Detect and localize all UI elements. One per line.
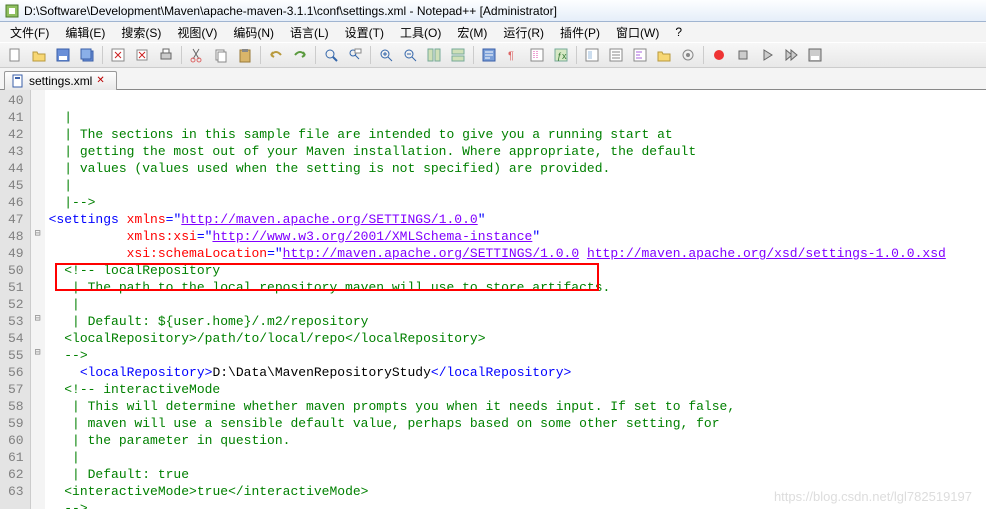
indent-guide-icon[interactable] xyxy=(526,44,548,66)
code-line: | xyxy=(49,450,80,465)
app-icon xyxy=(4,3,20,19)
code-line: | maven will use a sensible default valu… xyxy=(49,416,720,431)
sync-h-icon[interactable] xyxy=(447,44,469,66)
menu-window[interactable]: 窗口(W) xyxy=(610,23,665,42)
save-all-icon[interactable] xyxy=(76,44,98,66)
line-number-gutter: 40 41 42 43 44 45 46 47 48 49 50 51 52 5… xyxy=(0,90,31,509)
menu-macro[interactable]: 宏(M) xyxy=(451,23,493,42)
menu-plugins[interactable]: 插件(P) xyxy=(554,23,606,42)
open-file-icon[interactable] xyxy=(28,44,50,66)
menu-help[interactable]: ? xyxy=(669,24,688,40)
menu-run[interactable]: 运行(R) xyxy=(497,23,550,42)
doc-list-icon[interactable] xyxy=(605,44,627,66)
code-line: xmlns:xsi="http://www.w3.org/2001/XMLSch… xyxy=(49,229,541,244)
close-icon[interactable] xyxy=(107,44,129,66)
undo-icon[interactable] xyxy=(265,44,287,66)
zoom-in-icon[interactable] xyxy=(375,44,397,66)
code-line: | the parameter in question. xyxy=(49,433,291,448)
menu-edit[interactable]: 编辑(E) xyxy=(59,23,111,42)
code-line: <!-- interactiveMode xyxy=(49,382,221,397)
replace-icon[interactable] xyxy=(344,44,366,66)
file-icon xyxy=(11,74,25,88)
menu-view[interactable]: 视图(V) xyxy=(171,23,223,42)
menu-settings[interactable]: 设置(T) xyxy=(339,23,390,42)
cut-icon[interactable] xyxy=(186,44,208,66)
code-line: <localRepository>D:\Data\MavenRepository… xyxy=(49,365,572,380)
tab-settings-xml[interactable]: settings.xml ✕ xyxy=(4,71,117,90)
save-macro-icon[interactable] xyxy=(804,44,826,66)
tabbar: settings.xml ✕ xyxy=(0,68,986,90)
editor[interactable]: 40 41 42 43 44 45 46 47 48 49 50 51 52 5… xyxy=(0,90,986,509)
new-file-icon[interactable] xyxy=(4,44,26,66)
zoom-out-icon[interactable] xyxy=(399,44,421,66)
menu-tools[interactable]: 工具(O) xyxy=(394,23,447,42)
separator xyxy=(315,46,316,64)
code-line: | This will determine whether maven prom… xyxy=(49,399,736,414)
tab-close-icon[interactable]: ✕ xyxy=(96,75,108,87)
code-line: <settings xmlns="http://maven.apache.org… xyxy=(49,212,486,227)
svg-text:ƒx: ƒx xyxy=(557,51,567,61)
svg-text:¶: ¶ xyxy=(508,50,514,62)
separator xyxy=(576,46,577,64)
show-all-chars-icon[interactable]: ¶ xyxy=(502,44,524,66)
func-list-icon[interactable] xyxy=(629,44,651,66)
print-icon[interactable] xyxy=(155,44,177,66)
watermark: https://blog.csdn.net/lgl782519197 xyxy=(774,488,972,505)
lang-icon[interactable]: ƒx xyxy=(550,44,572,66)
toolbar: ¶ ƒx xyxy=(0,42,986,68)
code-line: |--> xyxy=(49,195,96,210)
code-line: | The sections in this sample file are i… xyxy=(49,127,673,142)
code-line: | The path to the local repository maven… xyxy=(49,280,611,295)
stop-icon[interactable] xyxy=(732,44,754,66)
record-icon[interactable] xyxy=(708,44,730,66)
separator xyxy=(102,46,103,64)
code-line: | xyxy=(49,178,72,193)
paste-icon[interactable] xyxy=(234,44,256,66)
save-icon[interactable] xyxy=(52,44,74,66)
close-all-icon[interactable] xyxy=(131,44,153,66)
code-line: <!-- localRepository xyxy=(49,263,221,278)
menu-search[interactable]: 搜索(S) xyxy=(115,23,167,42)
code-line: --> xyxy=(49,348,88,363)
separator xyxy=(370,46,371,64)
code-line: | xyxy=(49,110,72,125)
wordwrap-icon[interactable] xyxy=(478,44,500,66)
code-line: <interactiveMode>true</interactiveMode> xyxy=(49,484,369,499)
code-line: --> xyxy=(49,501,88,509)
menubar: 文件(F) 编辑(E) 搜索(S) 视图(V) 编码(N) 语言(L) 设置(T… xyxy=(0,22,986,42)
doc-map-icon[interactable] xyxy=(581,44,603,66)
code-line: | Default: true xyxy=(49,467,189,482)
menu-encoding[interactable]: 编码(N) xyxy=(227,23,280,42)
fold-gutter[interactable]: ⊟ ⊟ ⊟ xyxy=(31,90,45,509)
code-line: | values (values used when the setting i… xyxy=(49,161,611,176)
separator xyxy=(703,46,704,64)
titlebar: D:\Software\Development\Maven\apache-mav… xyxy=(0,0,986,22)
play-icon[interactable] xyxy=(756,44,778,66)
code-line: xsi:schemaLocation="http://maven.apache.… xyxy=(49,246,946,261)
find-icon[interactable] xyxy=(320,44,342,66)
code-line: | xyxy=(49,297,80,312)
code-line: <localRepository>/path/to/local/repo</lo… xyxy=(49,331,486,346)
separator xyxy=(473,46,474,64)
menu-language[interactable]: 语言(L) xyxy=(284,23,335,42)
redo-icon[interactable] xyxy=(289,44,311,66)
code-line: | getting the most out of your Maven ins… xyxy=(49,144,697,159)
copy-icon[interactable] xyxy=(210,44,232,66)
separator xyxy=(181,46,182,64)
separator xyxy=(260,46,261,64)
folder-panel-icon[interactable] xyxy=(653,44,675,66)
code-line: | Default: ${user.home}/.m2/repository xyxy=(49,314,369,329)
play-multi-icon[interactable] xyxy=(780,44,802,66)
code-area[interactable]: | | The sections in this sample file are… xyxy=(45,90,986,509)
window-title: D:\Software\Development\Maven\apache-mav… xyxy=(24,4,557,18)
monitor-icon[interactable] xyxy=(677,44,699,66)
tab-label: settings.xml xyxy=(29,74,92,88)
menu-file[interactable]: 文件(F) xyxy=(4,23,55,42)
sync-v-icon[interactable] xyxy=(423,44,445,66)
